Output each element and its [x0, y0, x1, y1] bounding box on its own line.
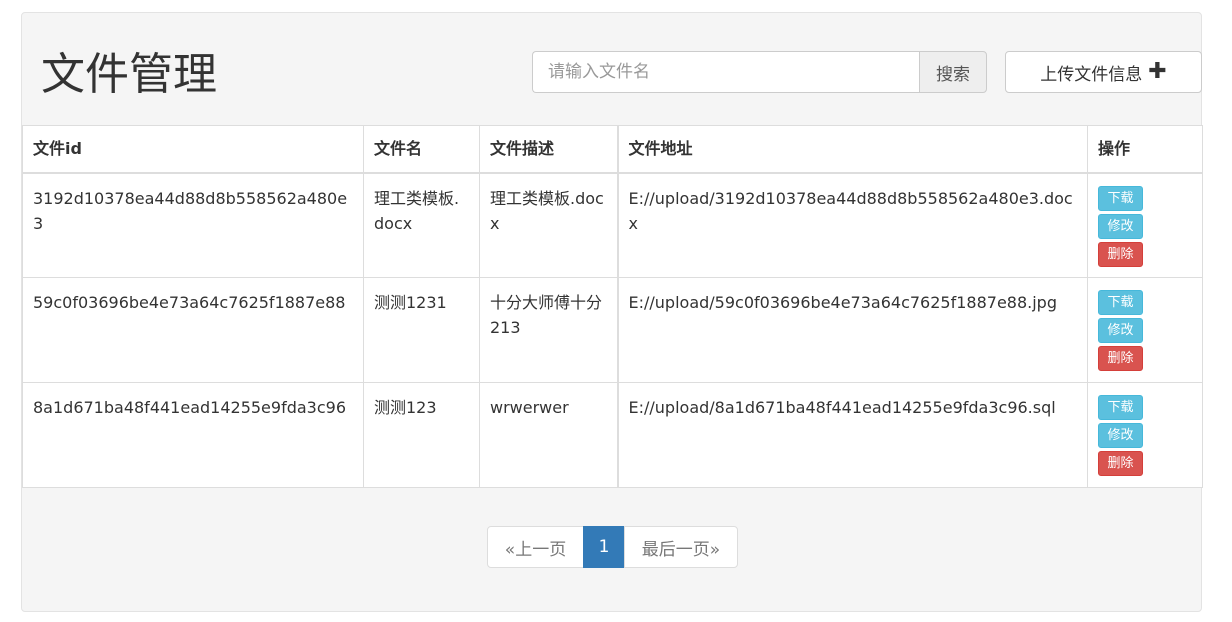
- column-header-actions: 操作: [1087, 125, 1203, 174]
- file-url-cell: E://upload/3192d10378ea44d88d8b558562a48…: [616, 172, 1088, 278]
- edit-button[interactable]: 修改: [1098, 318, 1143, 343]
- upload-file-button[interactable]: 上传文件信息 ✚: [1005, 51, 1202, 93]
- table-header-row: 文件id 文件名 文件描述 文件地址 操作: [22, 125, 1203, 174]
- current-page-link[interactable]: 1: [583, 526, 625, 568]
- delete-button[interactable]: 删除: [1098, 346, 1143, 371]
- last-page-link[interactable]: 最后一页»: [624, 526, 738, 568]
- table-row: 3192d10378ea44d88d8b558562a480e3 理工类模板.d…: [22, 172, 1203, 278]
- file-id-cell: 3192d10378ea44d88d8b558562a480e3: [22, 172, 364, 278]
- file-id-cell: 59c0f03696be4e73a64c7625f1887e88: [22, 277, 364, 383]
- upload-button-label: 上传文件信息: [1040, 64, 1143, 85]
- table-row: 8a1d671ba48f441ead14255e9fda3c96 测测123 w…: [22, 382, 1203, 488]
- page-title: 文件管理: [41, 49, 217, 100]
- file-id-cell: 8a1d671ba48f441ead14255e9fda3c96: [22, 382, 364, 488]
- column-header-url: 文件地址: [616, 125, 1088, 174]
- edit-button[interactable]: 修改: [1098, 423, 1143, 448]
- download-button[interactable]: 下载: [1098, 185, 1143, 211]
- search-group: 搜索: [532, 51, 987, 93]
- actions-cell: 下载 修改 删除: [1087, 172, 1203, 278]
- column-header-name: 文件名: [363, 125, 480, 174]
- file-desc-cell: wrwerwer: [479, 382, 618, 488]
- search-input[interactable]: [532, 51, 919, 93]
- file-desc-cell: 理工类模板.docx: [479, 172, 618, 278]
- file-desc-cell: 十分大师傅十分213: [479, 277, 618, 383]
- file-name-cell: 理工类模板.docx: [363, 172, 480, 278]
- column-header-id: 文件id: [22, 125, 364, 174]
- edit-button[interactable]: 修改: [1098, 213, 1143, 239]
- pagination: «上一页 1 最后一页»: [487, 526, 738, 568]
- file-url-cell: E://upload/8a1d671ba48f441ead14255e9fda3…: [616, 382, 1088, 488]
- table-row: 59c0f03696be4e73a64c7625f1887e88 测测1231 …: [22, 277, 1203, 383]
- file-table: 文件id 文件名 文件描述 文件地址 操作 3192d10378ea44d88d…: [22, 125, 1203, 488]
- actions-cell: 下载 修改 删除: [1087, 382, 1203, 488]
- search-button[interactable]: 搜索: [919, 51, 987, 93]
- download-button[interactable]: 下载: [1098, 395, 1143, 420]
- download-button[interactable]: 下载: [1098, 290, 1143, 315]
- file-name-cell: 测测1231: [363, 277, 480, 383]
- plus-icon: ✚: [1148, 59, 1167, 84]
- delete-button[interactable]: 删除: [1098, 451, 1143, 476]
- actions-cell: 下载 修改 删除: [1087, 277, 1203, 383]
- prev-page-link[interactable]: «上一页: [487, 526, 584, 568]
- file-management-panel: 文件管理 搜索 上传文件信息 ✚ 文件id 文件名 文件描述 文件地址 操作: [21, 12, 1203, 612]
- file-name-cell: 测测123: [363, 382, 480, 488]
- delete-button[interactable]: 删除: [1098, 241, 1143, 267]
- column-header-desc: 文件描述: [479, 125, 618, 174]
- file-url-cell: E://upload/59c0f03696be4e73a64c7625f1887…: [616, 277, 1088, 383]
